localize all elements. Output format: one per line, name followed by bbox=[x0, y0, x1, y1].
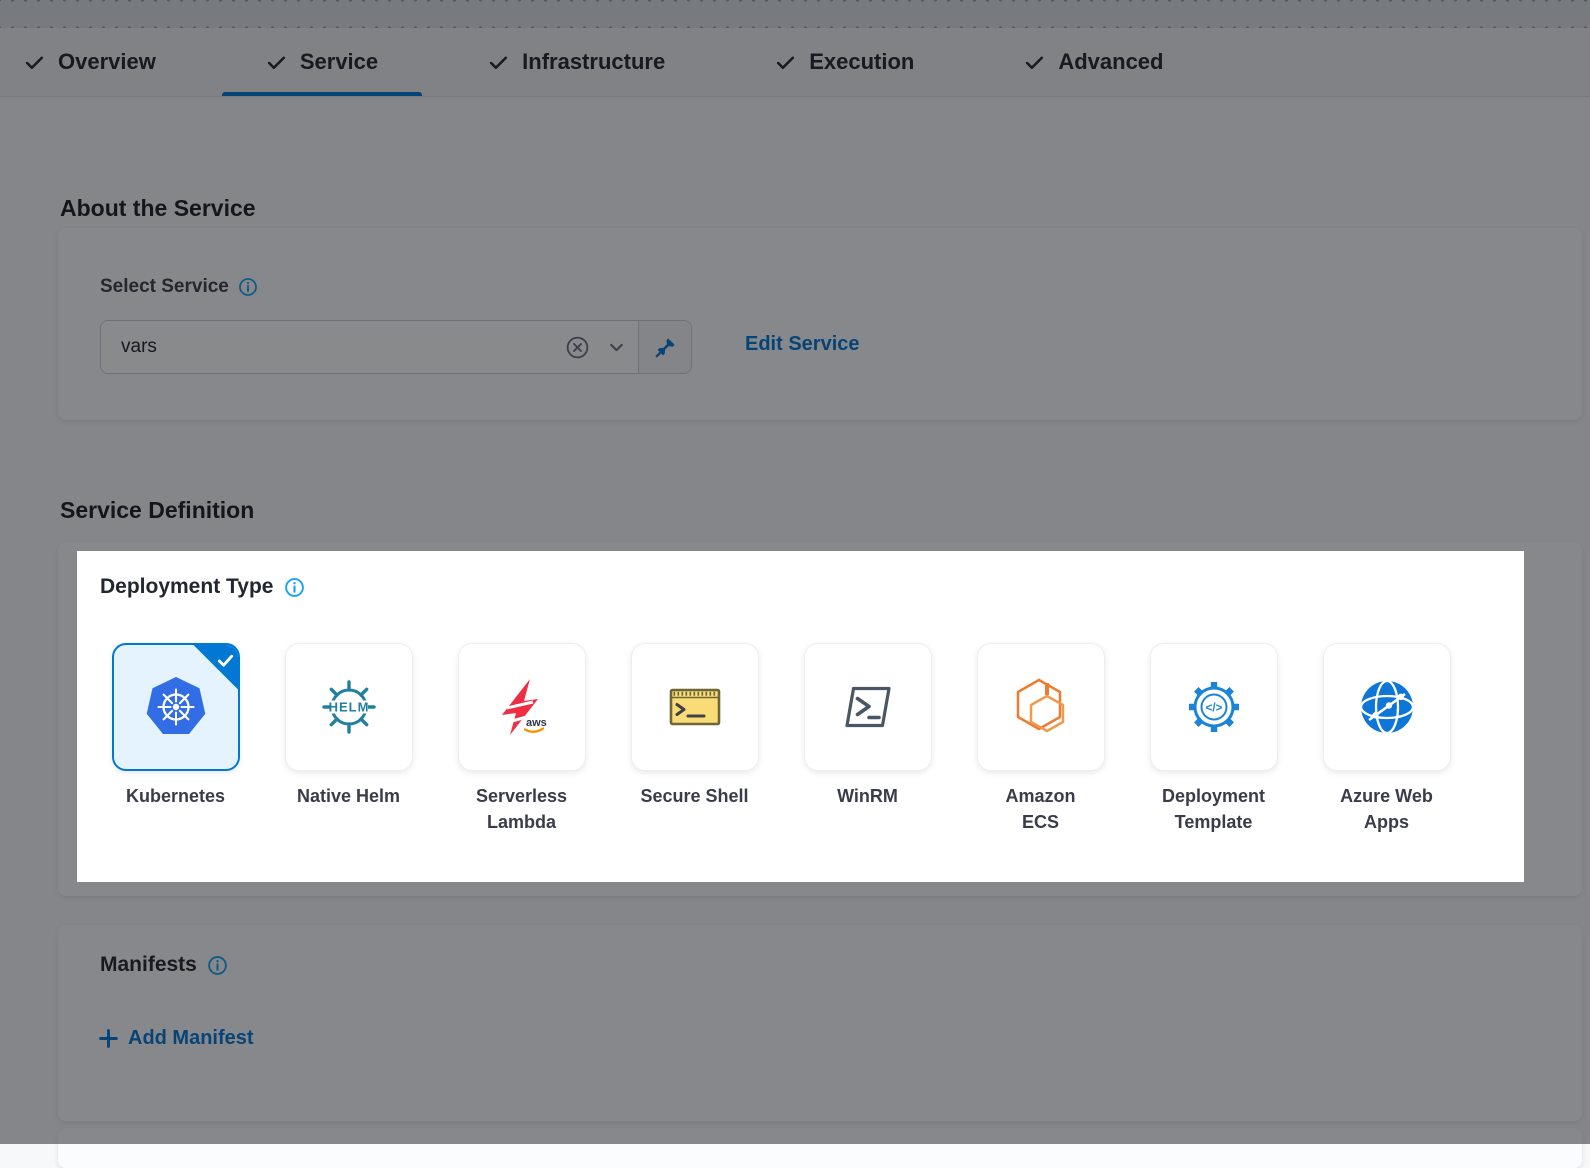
deployment-type-azure-web-apps[interactable]: Azure WebApps bbox=[1300, 643, 1473, 835]
check-icon bbox=[216, 651, 235, 670]
svg-text:aws: aws bbox=[526, 717, 547, 729]
deployment-type-label: WinRM bbox=[837, 784, 898, 810]
deployment-type-label: ServerlessLambda bbox=[476, 784, 567, 835]
deployment-type-label: Native Helm bbox=[297, 784, 400, 810]
deployment-type-label: AmazonECS bbox=[1005, 784, 1075, 835]
kubernetes-tile[interactable] bbox=[112, 643, 240, 771]
amazon-ecs-tile[interactable] bbox=[977, 643, 1105, 771]
serverless-lambda-tile[interactable]: aws bbox=[458, 643, 586, 771]
deployment-type-native-helm[interactable]: HELM Native Helm bbox=[262, 643, 435, 835]
azure-web-apps-tile[interactable] bbox=[1323, 643, 1451, 771]
deployment-type-heading: Deployment Type bbox=[100, 575, 305, 599]
winrm-icon bbox=[836, 675, 900, 739]
kubernetes-icon bbox=[144, 675, 208, 739]
deployment-type-panel: Deployment Type bbox=[77, 551, 1524, 882]
deployment-type-label: DeploymentTemplate bbox=[1162, 784, 1265, 835]
deployment-type-label: Secure Shell bbox=[640, 784, 748, 810]
service-config-page: { "tabs": [ {"label": "Overview", "activ… bbox=[0, 0, 1590, 1144]
svg-text:HELM: HELM bbox=[328, 700, 369, 715]
deployment-template-tile[interactable]: </> bbox=[1150, 643, 1278, 771]
deployment-type-kubernetes[interactable]: Kubernetes bbox=[89, 643, 262, 835]
secure-shell-icon bbox=[663, 675, 727, 739]
serverless-lambda-icon: aws bbox=[490, 675, 554, 739]
native-helm-tile[interactable]: HELM bbox=[285, 643, 413, 771]
deployment-type-serverless-lambda[interactable]: aws ServerlessLambda bbox=[435, 643, 608, 835]
deployment-type-amazon-ecs[interactable]: AmazonECS bbox=[954, 643, 1127, 835]
deployment-template-icon: </> bbox=[1182, 675, 1246, 739]
info-icon[interactable] bbox=[284, 577, 305, 598]
deployment-type-label: Azure WebApps bbox=[1340, 784, 1433, 835]
deployment-type-label: Kubernetes bbox=[126, 784, 225, 810]
deployment-type-winrm[interactable]: WinRM bbox=[781, 643, 954, 835]
deployment-type-deployment-template[interactable]: </> DeploymentTemplate bbox=[1127, 643, 1300, 835]
deployment-type-row: Kubernetes HELM bbox=[89, 643, 1473, 835]
azure-web-apps-icon bbox=[1355, 675, 1419, 739]
secure-shell-tile[interactable] bbox=[631, 643, 759, 771]
winrm-tile[interactable] bbox=[804, 643, 932, 771]
svg-text:</>: </> bbox=[1205, 703, 1222, 715]
amazon-ecs-icon bbox=[1009, 675, 1073, 739]
deployment-type-heading-text: Deployment Type bbox=[100, 575, 273, 599]
deployment-type-secure-shell[interactable]: Secure Shell bbox=[608, 643, 781, 835]
native-helm-icon: HELM bbox=[317, 675, 381, 739]
